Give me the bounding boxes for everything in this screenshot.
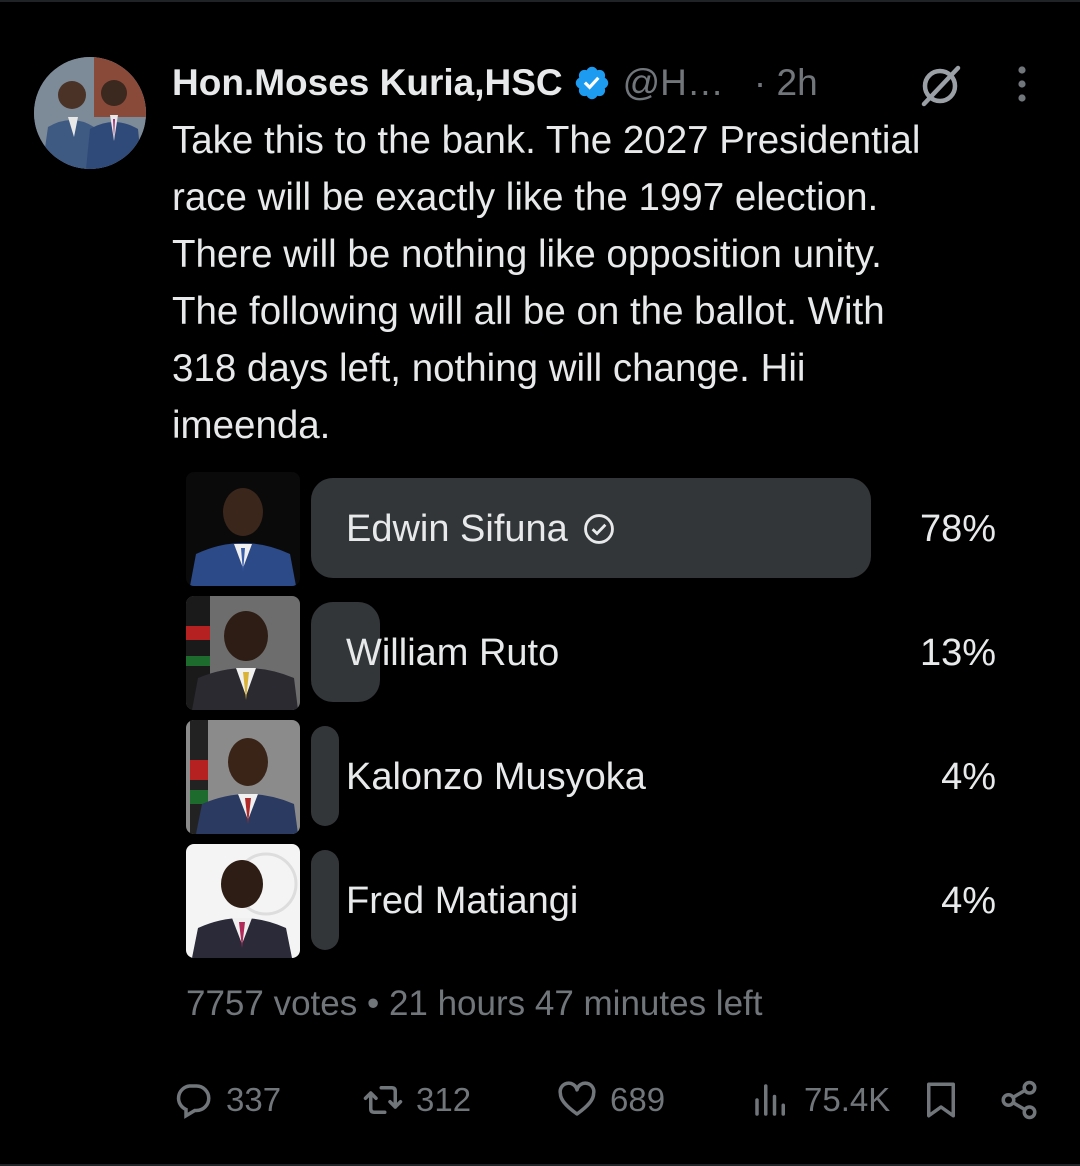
heart-icon	[558, 1081, 596, 1116]
more-options-icon[interactable]	[1010, 64, 1034, 104]
analytics-icon	[755, 1084, 785, 1116]
poll-meta: 7757 votes • 21 hours 47 minutes left	[186, 984, 763, 1023]
poll-option-label: Edwin Sifuna	[346, 507, 568, 550]
avatar-photo	[34, 57, 146, 169]
share-icon	[1001, 1080, 1037, 1120]
tweet-actions: 337 312 689 75.4K	[0, 1070, 1080, 1130]
poll-option-label-wrap: William Ruto	[346, 596, 559, 710]
grok-icon[interactable]	[916, 62, 964, 110]
repost-count: 312	[416, 1081, 472, 1118]
poll-option-bar	[311, 726, 339, 826]
view-count: 75.4K	[804, 1081, 891, 1118]
poll-option-label: Kalonzo Musyoka	[346, 755, 646, 798]
check-circle-icon	[583, 514, 614, 544]
like-button[interactable]: 689	[556, 1070, 665, 1130]
poll-option-label: William Ruto	[346, 631, 560, 674]
reply-count: 337	[226, 1081, 282, 1118]
reply-button[interactable]: 337	[172, 1070, 281, 1130]
share-button[interactable]	[998, 1070, 1040, 1130]
repost-icon	[363, 1086, 403, 1114]
poll-option-percent: 4%	[941, 755, 996, 798]
bookmark-icon	[927, 1082, 955, 1118]
tweet-text: Take this to the bank. The 2027 Presiden…	[172, 119, 921, 447]
verified-badge-icon[interactable]	[573, 64, 611, 102]
poll-option-bar	[311, 850, 339, 950]
author-handle[interactable]: @H…	[623, 62, 724, 104]
poll-option[interactable]: Fred Matiangi 4%	[186, 844, 996, 958]
poll-option[interactable]: William Ruto 13%	[186, 596, 996, 710]
author-avatar[interactable]	[34, 57, 146, 169]
author-name[interactable]: Hon.Moses Kuria,HSC	[172, 62, 563, 104]
tweet: Hon.Moses Kuria,HSC @H… · 2h Take this t…	[0, 0, 1080, 1166]
poll-option[interactable]: Kalonzo Musyoka 4%	[186, 720, 996, 834]
poll-option-photo	[186, 844, 300, 958]
poll-option[interactable]: Edwin Sifuna 78%	[186, 472, 996, 586]
poll-option-photo	[186, 720, 300, 834]
poll-option-percent: 78%	[919, 507, 996, 550]
poll-option-label-wrap: Edwin Sifuna	[346, 472, 616, 586]
repost-button[interactable]: 312	[362, 1070, 471, 1130]
reply-icon	[176, 1084, 211, 1119]
poll-option-photo	[186, 472, 300, 586]
poll-option-photo	[186, 596, 300, 710]
tweet-timestamp[interactable]: · 2h	[754, 62, 818, 104]
poll-option-percent: 4%	[941, 879, 996, 922]
poll-option-percent: 13%	[919, 631, 996, 674]
poll-option-label-wrap: Kalonzo Musyoka	[346, 720, 646, 834]
poll-option-label-wrap: Fred Matiangi	[346, 844, 578, 958]
poll-option-label: Fred Matiangi	[346, 879, 579, 922]
like-count: 689	[610, 1081, 666, 1118]
bookmark-button[interactable]	[920, 1070, 962, 1130]
views-button[interactable]: 75.4K	[750, 1070, 890, 1130]
